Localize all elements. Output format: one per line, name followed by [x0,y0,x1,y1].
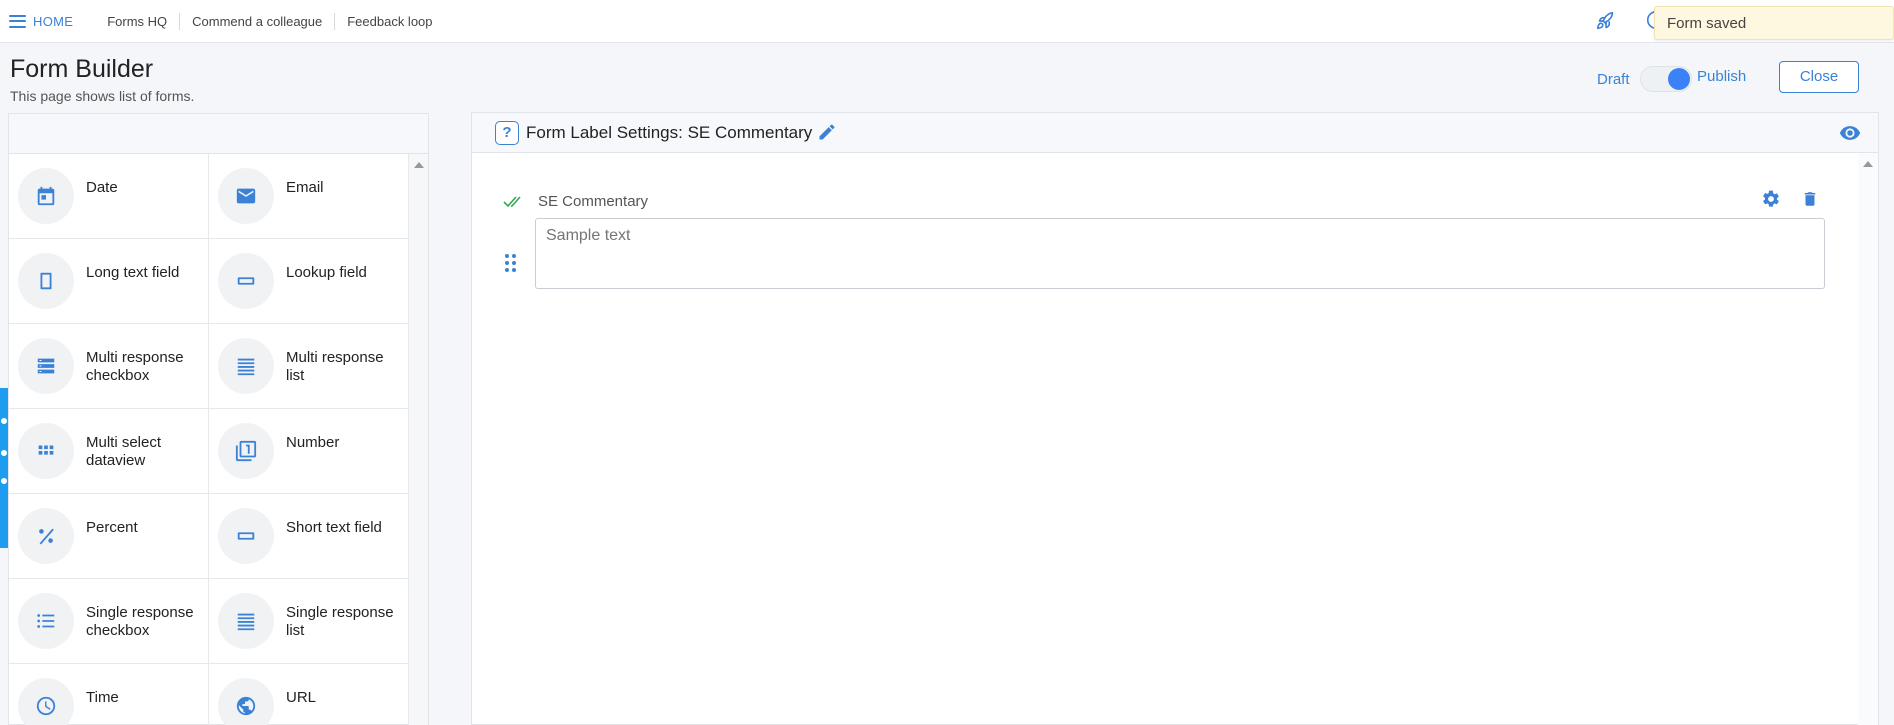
page-subtitle: This page shows list of forms. [10,88,195,104]
field-type-label: Number [286,434,340,451]
field-type-single-response-list[interactable]: Single response list [209,579,409,664]
field-type-url[interactable]: URL [209,664,409,725]
scroll-up-arrow-icon[interactable] [414,162,424,168]
globe-icon [218,678,274,725]
nav-link-commend-a-colleague[interactable]: Commend a colleague [179,12,334,30]
draft-label: Draft [1597,71,1630,88]
pencil-icon[interactable] [817,122,837,142]
field-palette-header [9,114,428,154]
tall-rectangle-icon [18,253,74,309]
percent-icon [18,508,74,564]
envelope-icon [218,168,274,224]
wide-rectangle-icon [218,253,274,309]
field-type-label: Short text field [286,519,382,536]
editor-scrollbar[interactable] [1858,153,1878,725]
field-type-long-text[interactable]: Long text field [9,239,209,324]
field-type-label: Multi response list [286,349,384,384]
field-type-label: Time [86,689,119,706]
lines-list-icon [218,593,274,649]
field-type-label: Date [86,179,118,196]
nav-links: Forms HQ Commend a colleague Feedback lo… [107,12,444,30]
lines-list-icon [218,338,274,394]
palette-scrollbar[interactable] [408,154,428,725]
stacked-rows-icon [18,338,74,394]
field-type-label: Email [286,179,324,196]
field-type-percent[interactable]: Percent [9,494,209,579]
field-type-multi-response-list[interactable]: Multi response list [209,324,409,409]
field-type-label: Multi response checkbox [86,349,184,384]
calendar-icon [18,168,74,224]
field-type-date[interactable]: Date [9,154,209,239]
home-link[interactable]: HOME [33,14,73,29]
field-type-label: Percent [86,519,138,536]
field-label: SE Commentary [538,193,649,210]
eye-icon[interactable] [1838,122,1862,144]
rocket-icon[interactable] [1595,10,1617,32]
scroll-up-arrow-icon[interactable] [1863,161,1873,167]
publish-label: Publish [1697,68,1747,85]
field-type-lookup[interactable]: Lookup field [209,239,409,324]
top-navigation-bar: HOME Forms HQ Commend a colleague Feedba… [0,0,1894,43]
nav-link-feedback-loop[interactable]: Feedback loop [334,12,444,30]
double-check-icon [503,196,521,208]
field-type-short-text[interactable]: Short text field [209,494,409,579]
field-type-time[interactable]: Time [9,664,209,725]
gear-icon[interactable] [1761,189,1781,209]
clock-icon [18,678,74,725]
publish-toggle[interactable] [1640,66,1692,92]
field-type-number[interactable]: Number [209,409,409,494]
form-editor-header: ? Form Label Settings: SE Commentary [472,113,1878,153]
drag-handle-icon[interactable] [505,254,517,272]
field-type-multi-response-checkbox[interactable]: Multi response checkbox [9,324,209,409]
form-editor-panel: ? Form Label Settings: SE Commentary SE … [471,112,1879,725]
field-type-email[interactable]: Email [209,154,409,239]
nav-link-forms-hq[interactable]: Forms HQ [107,13,179,30]
bullet-list-icon [18,593,74,649]
grid-icon [18,423,74,479]
field-type-label: Single response checkbox [86,604,194,639]
help-badge-icon[interactable]: ? [495,121,519,145]
field-type-label: Long text field [86,264,180,281]
menu-icon[interactable] [9,14,26,28]
close-button[interactable]: Close [1779,61,1859,93]
page-title: Form Builder [10,55,154,83]
toast-notification: Form saved [1654,6,1894,40]
trash-icon[interactable] [1801,189,1819,209]
se-commentary-textarea[interactable] [535,218,1825,289]
wide-rectangle-icon [218,508,274,564]
toggle-knob [1668,68,1690,90]
field-type-label: Single response list [286,604,394,639]
field-type-multi-select-dataview[interactable]: Multi select dataview [9,409,209,494]
field-type-single-response-checkbox[interactable]: Single response checkbox [9,579,209,664]
field-type-label: Lookup field [286,264,367,281]
form-label-settings-title: Form Label Settings: SE Commentary [526,123,813,142]
field-palette-grid: Date Email Long text field Lookup field … [9,154,409,725]
field-type-label: Multi select dataview [86,434,162,469]
numbered-stack-icon [218,423,274,479]
field-palette: Date Email Long text field Lookup field … [8,113,429,725]
field-type-label: URL [286,689,317,706]
